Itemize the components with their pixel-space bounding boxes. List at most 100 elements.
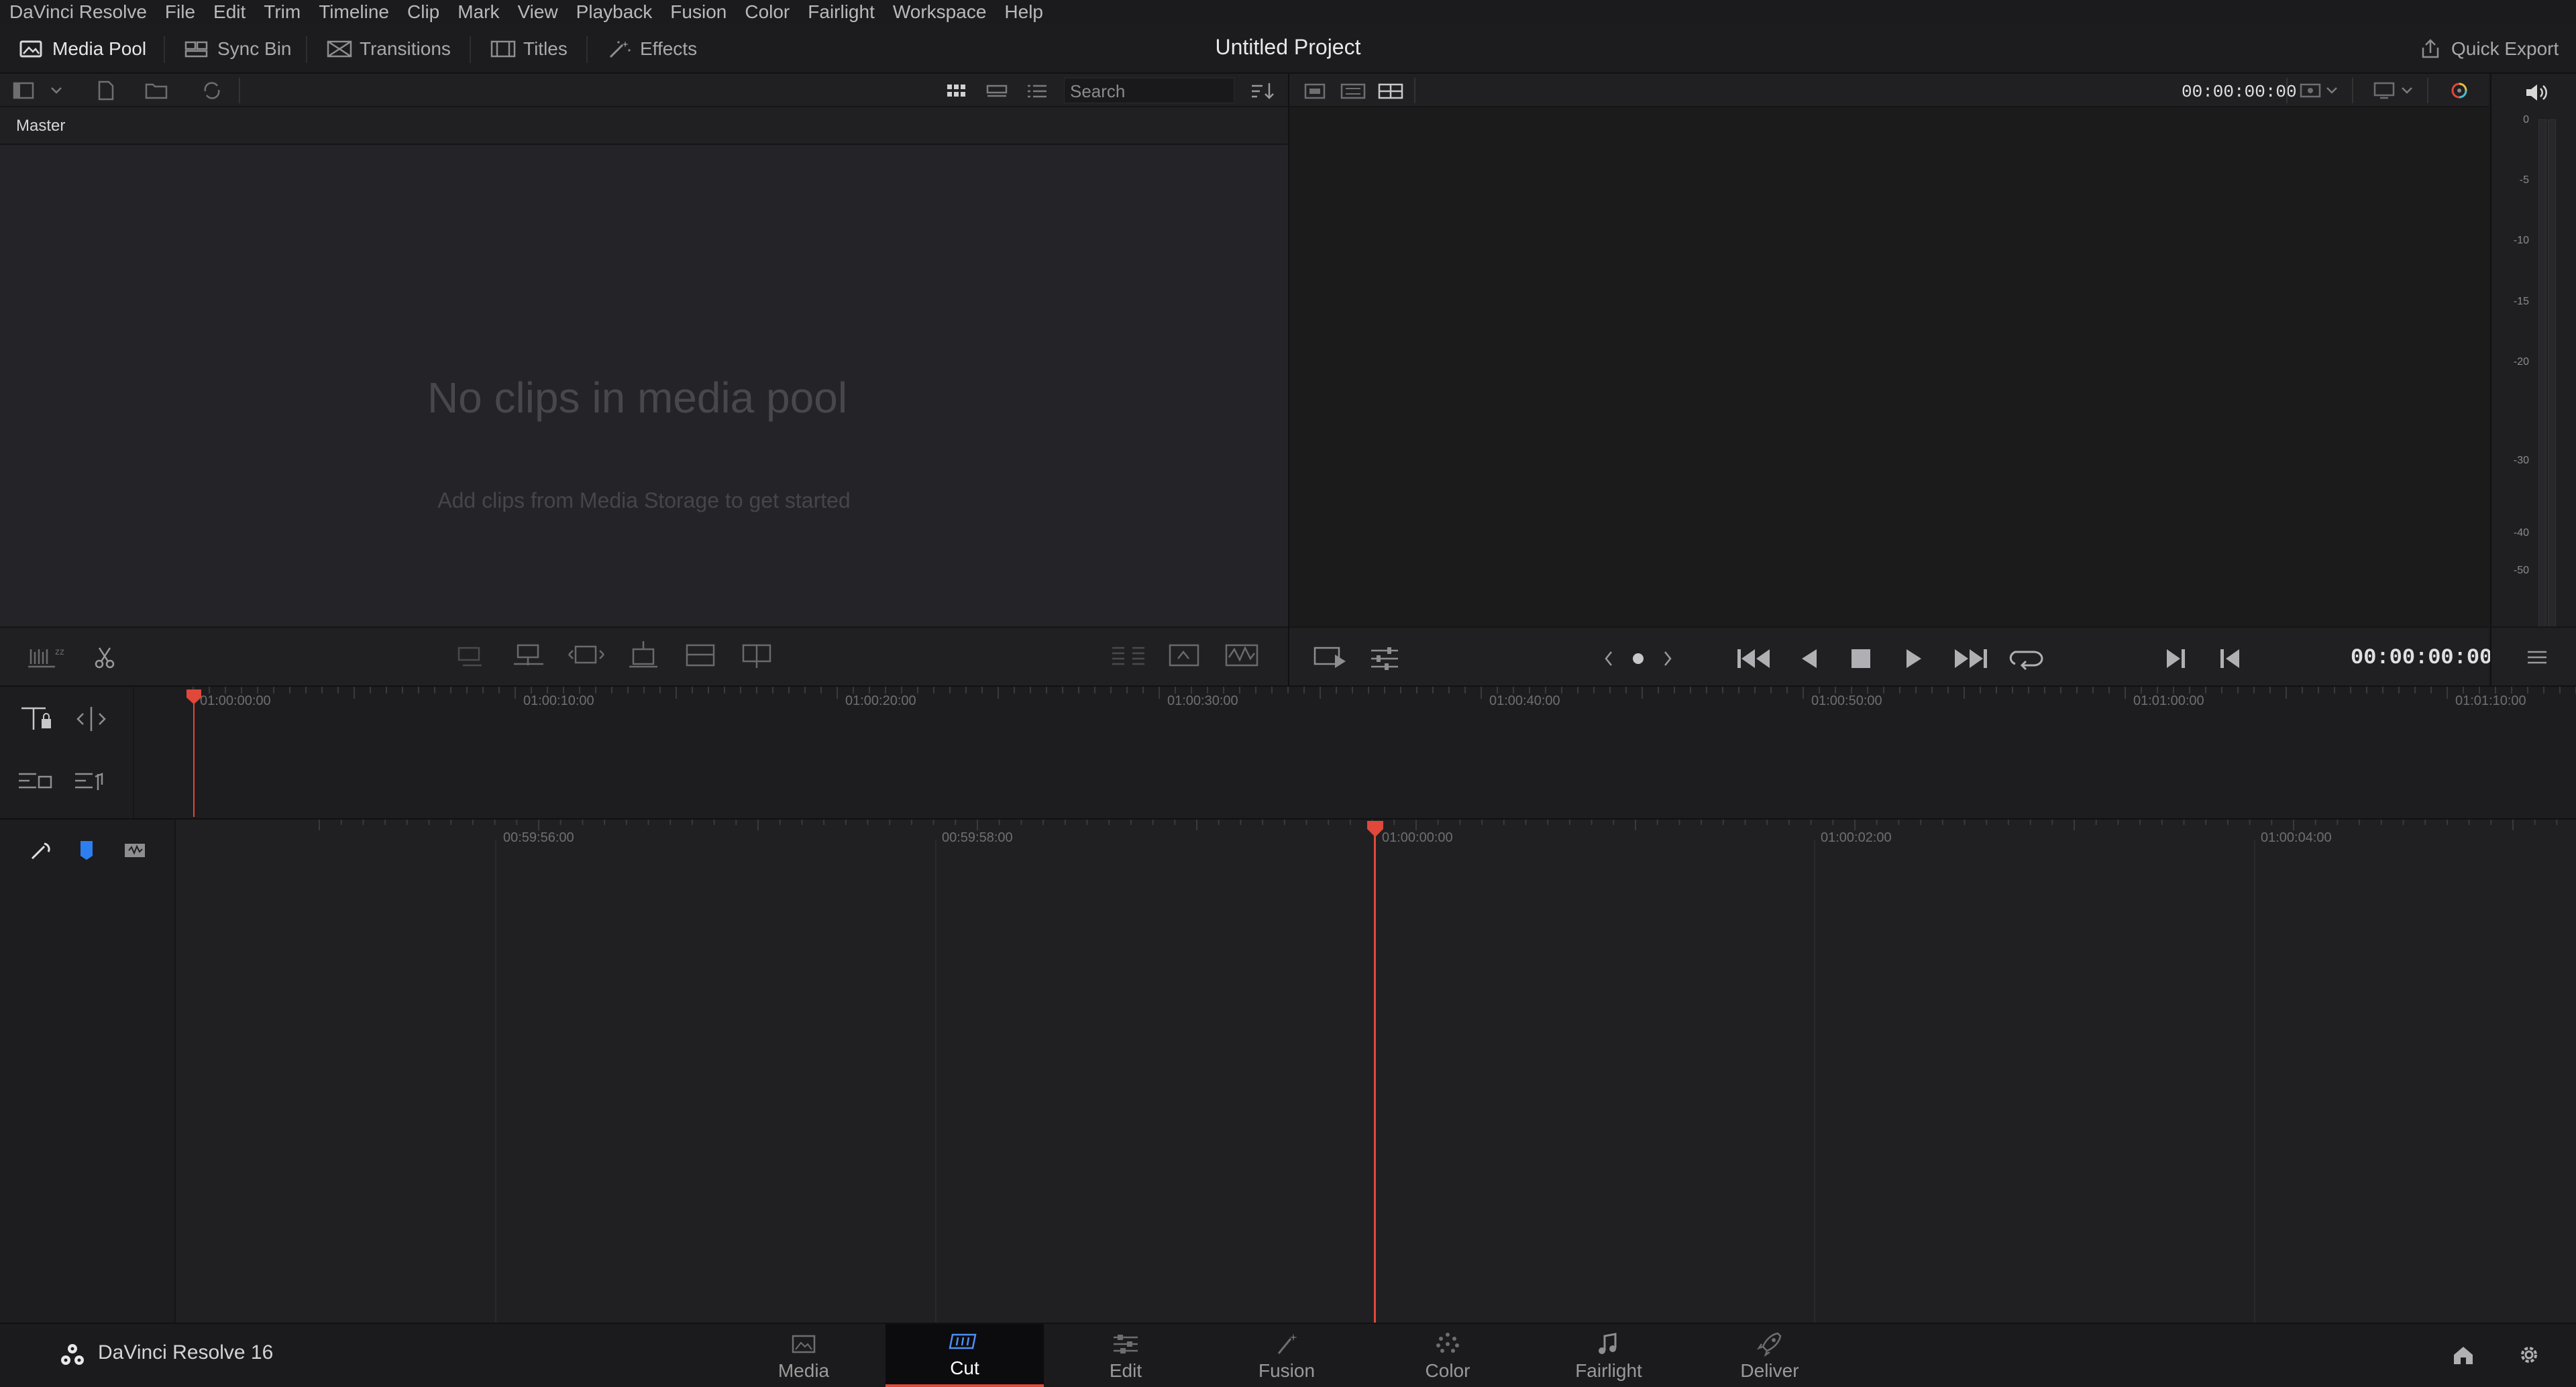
page-tab-edit[interactable]: Edit bbox=[1046, 1324, 1205, 1387]
upper-playhead-line[interactable] bbox=[193, 691, 195, 817]
menu-workspace[interactable]: Workspace bbox=[893, 1, 987, 23]
menu-clip[interactable]: Clip bbox=[407, 1, 439, 23]
import-media-icon[interactable] bbox=[94, 79, 118, 102]
header-divider bbox=[2286, 78, 2288, 103]
page-tab-fusion[interactable]: Fusion bbox=[1208, 1324, 1366, 1387]
thumbnail-view-icon[interactable] bbox=[945, 82, 969, 101]
menu-file[interactable]: File bbox=[165, 1, 195, 23]
transitions-button[interactable]: Transitions bbox=[326, 34, 451, 64]
menu-help[interactable]: Help bbox=[1004, 1, 1043, 23]
safe-area-icon[interactable] bbox=[2297, 80, 2324, 101]
dual-viewer-icon[interactable] bbox=[1166, 641, 1203, 671]
media-pool-button[interactable]: Media Pool bbox=[19, 34, 146, 64]
flag-marker-icon[interactable] bbox=[75, 837, 98, 864]
upper-timeline[interactable]: 01:00:00:00 01:00:10:00 01:00:20:00 01:0… bbox=[0, 685, 2576, 818]
titles-label: Titles bbox=[523, 38, 568, 59]
viewer-canvas[interactable] bbox=[1289, 107, 2489, 626]
close-up-icon[interactable] bbox=[566, 641, 606, 671]
deliver-rocket-icon bbox=[1756, 1332, 1782, 1357]
header-divider bbox=[2427, 78, 2428, 103]
new-bin-icon[interactable] bbox=[144, 79, 170, 102]
menu-mark[interactable]: Mark bbox=[458, 1, 499, 23]
chevron-down-icon[interactable] bbox=[48, 83, 64, 98]
page-tab-cut[interactable]: Cut bbox=[885, 1324, 1044, 1387]
menu-view[interactable]: View bbox=[517, 1, 557, 23]
sync-bin-button[interactable]: Sync Bin bbox=[184, 34, 292, 64]
list-view-icon[interactable] bbox=[1025, 82, 1049, 101]
tools-sliders-icon[interactable] bbox=[1367, 644, 1402, 673]
chevron-down-icon[interactable] bbox=[2324, 83, 2340, 98]
source-tape-icon[interactable] bbox=[1339, 82, 1368, 101]
timeline-viewer-icon[interactable] bbox=[1377, 82, 1406, 101]
fast-review-icon[interactable] bbox=[1312, 644, 1350, 673]
menu-fusion[interactable]: Fusion bbox=[670, 1, 727, 23]
sort-icon[interactable] bbox=[1249, 80, 1276, 102]
speaker-icon[interactable] bbox=[2522, 80, 2549, 105]
menu-trim[interactable]: Trim bbox=[264, 1, 301, 23]
sync-bin-icon bbox=[184, 41, 208, 58]
toolbar-divider bbox=[586, 36, 588, 63]
page-tab-media[interactable]: Media bbox=[724, 1324, 883, 1387]
trim-view-icon[interactable] bbox=[1110, 641, 1147, 671]
page-tab-deliver[interactable]: Deliver bbox=[1690, 1324, 1849, 1387]
menu-edit[interactable]: Edit bbox=[213, 1, 246, 23]
meter-channel-left bbox=[2538, 119, 2546, 652]
meter-bar bbox=[2538, 119, 2559, 655]
home-icon[interactable] bbox=[2449, 1341, 2478, 1368]
lower-tick-label: 00:59:56:00 bbox=[503, 830, 574, 845]
stop-icon[interactable] bbox=[1847, 645, 1874, 672]
insert-icon[interactable] bbox=[739, 641, 774, 671]
smart-insert-icon[interactable]: zz bbox=[25, 643, 66, 672]
menu-playback[interactable]: Playback bbox=[576, 1, 653, 23]
menu-fairlight[interactable]: Fairlight bbox=[808, 1, 875, 23]
edit-tools-bar: zz bbox=[0, 626, 1288, 685]
page-navigation-bar: DaVinci Resolve 16 Media Cut Edit Fusion… bbox=[0, 1323, 2576, 1387]
lower-playhead-line[interactable] bbox=[1374, 826, 1376, 1324]
play-icon[interactable] bbox=[1900, 644, 1929, 673]
upper-tick-label: 01:01:00:00 bbox=[2133, 694, 2204, 708]
jog-control[interactable] bbox=[1598, 645, 1678, 672]
lower-timeline[interactable]: 00:59:56:00 00:59:58:00 01:00:00:00 01:0… bbox=[176, 818, 2576, 1324]
append-icon[interactable] bbox=[455, 641, 490, 671]
loop-icon[interactable] bbox=[2008, 644, 2043, 673]
play-reverse-icon[interactable] bbox=[1794, 644, 1823, 673]
ripple-overwrite-icon[interactable] bbox=[511, 641, 546, 671]
snapping-icon[interactable] bbox=[25, 838, 52, 865]
source-overwrite-icon[interactable] bbox=[683, 641, 718, 671]
quick-export-button[interactable]: Quick Export bbox=[2418, 34, 2559, 64]
settings-gear-icon[interactable] bbox=[2514, 1341, 2544, 1368]
chevron-down-icon[interactable] bbox=[2399, 83, 2415, 98]
lower-playhead-handle[interactable] bbox=[1366, 820, 1385, 838]
effects-button[interactable]: Effects bbox=[606, 34, 697, 64]
titles-button[interactable]: Titles bbox=[490, 34, 568, 64]
bin-label-master[interactable]: Master bbox=[16, 117, 65, 135]
search-input[interactable]: Search bbox=[1064, 78, 1234, 103]
audio-waveform-toggle-icon[interactable] bbox=[121, 838, 150, 863]
track-lock-icon[interactable] bbox=[19, 704, 59, 734]
page-label: Cut bbox=[950, 1357, 979, 1378]
menu-app[interactable]: DaVinci Resolve bbox=[9, 1, 147, 23]
previous-edit-icon[interactable] bbox=[2215, 644, 2245, 673]
zoom-track-out-icon[interactable] bbox=[72, 767, 113, 797]
next-edit-icon[interactable] bbox=[2161, 644, 2191, 673]
color-wheel-icon[interactable] bbox=[2446, 80, 2473, 101]
trim-edit-icon[interactable] bbox=[72, 704, 110, 734]
scissors-icon[interactable] bbox=[91, 644, 118, 671]
menu-color[interactable]: Color bbox=[745, 1, 790, 23]
waveform-view-icon[interactable] bbox=[1222, 641, 1263, 671]
relink-icon[interactable] bbox=[199, 79, 225, 102]
strip-view-icon[interactable] bbox=[985, 82, 1009, 101]
menu-timeline[interactable]: Timeline bbox=[319, 1, 389, 23]
page-tab-color[interactable]: Color bbox=[1368, 1324, 1527, 1387]
zoom-track-in-icon[interactable] bbox=[16, 767, 56, 797]
source-clip-icon[interactable] bbox=[1303, 82, 1330, 101]
go-to-end-icon[interactable] bbox=[1952, 644, 1990, 673]
hamburger-menu-icon[interactable] bbox=[2525, 647, 2549, 668]
page-tab-fairlight[interactable]: Fairlight bbox=[1529, 1324, 1688, 1387]
media-pool-area[interactable]: No clips in media pool Add clips from Me… bbox=[0, 145, 1288, 626]
go-to-start-icon[interactable] bbox=[1735, 644, 1772, 673]
sidebar-toggle-icon[interactable] bbox=[12, 80, 36, 101]
place-on-top-icon[interactable] bbox=[627, 640, 661, 672]
viewer-mode-icon[interactable] bbox=[2372, 80, 2399, 101]
upper-playhead-handle[interactable] bbox=[185, 688, 203, 706]
